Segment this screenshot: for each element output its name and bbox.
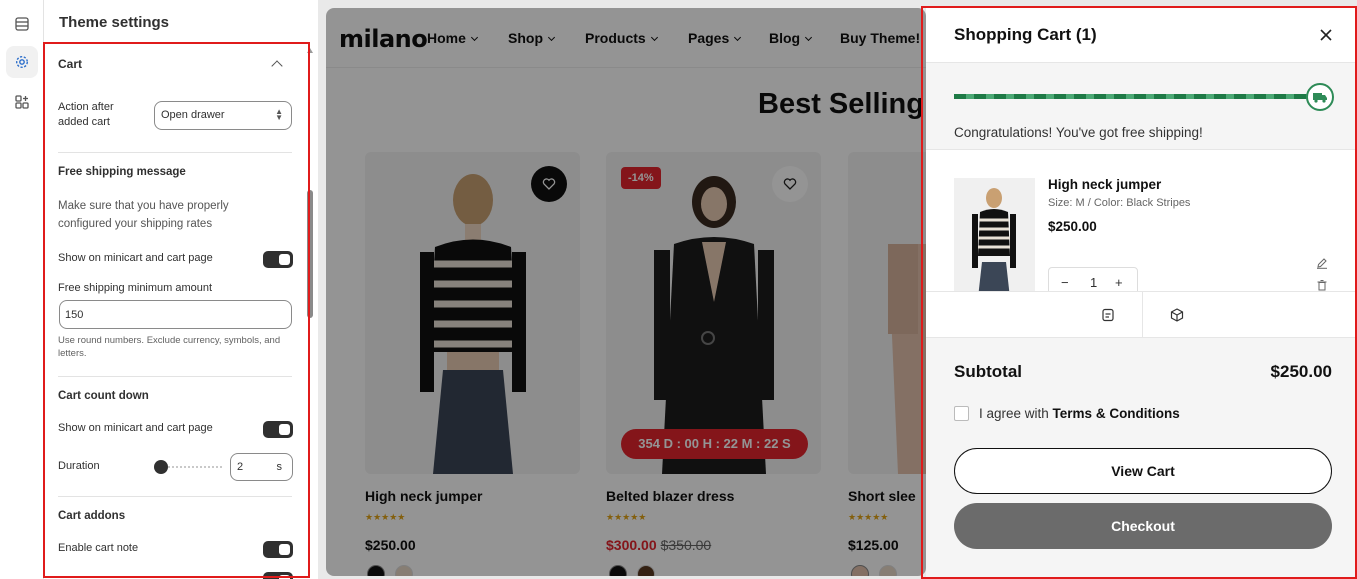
note-icon[interactable] (1101, 308, 1115, 322)
action-after-label: Action after added cart (58, 101, 114, 128)
shipping-truck-icon (1306, 83, 1334, 111)
progress-fill (954, 94, 1316, 99)
duration-slider-thumb[interactable] (154, 460, 168, 474)
scrollbar-thumb[interactable] (307, 190, 313, 318)
line-item-variant: Size: M / Color: Black Stripes (1048, 197, 1191, 209)
cart-line-item: High neck jumper Size: M / Color: Black … (926, 150, 1357, 292)
cart-note-toggle[interactable] (263, 541, 293, 558)
terms-link[interactable]: Terms & Conditions (1053, 406, 1180, 421)
free-shipping-help-text: Use round numbers. Exclude currency, sym… (58, 335, 281, 359)
store-preview: milano Home Shop Products Pages Blog Buy… (326, 8, 926, 576)
shipping-box-icon[interactable] (1170, 308, 1184, 322)
scroll-up-arrow-icon[interactable] (307, 48, 313, 53)
cart-title: Shopping Cart (1) (954, 25, 1097, 44)
chevron-up-icon[interactable] (271, 60, 283, 72)
free-shipping-min-input[interactable]: 150 (59, 300, 292, 329)
free-shipping-heading: Free shipping message (58, 166, 186, 178)
action-after-select[interactable]: Open drawer ▲ ▼ (154, 101, 292, 130)
select-arrows-icon: ▲ ▼ (275, 107, 283, 122)
subtotal-value: $250.00 (1270, 362, 1332, 381)
divider (58, 152, 292, 153)
view-cart-button[interactable]: View Cart (954, 448, 1332, 494)
close-icon[interactable] (1318, 27, 1334, 43)
free-shipping-message: Congratulations! You've got free shippin… (954, 125, 1203, 140)
quantity-value[interactable]: 1 (1090, 275, 1097, 290)
quantity-stepper: − 1 + (1048, 267, 1138, 291)
settings-scrollbar[interactable] (307, 48, 315, 579)
free-shipping-toggle[interactable] (263, 251, 293, 268)
enable-cart-note-label: Enable cart note (58, 542, 139, 554)
free-shipping-progress: Congratulations! You've got free shippin… (926, 62, 1357, 150)
line-item-price: $250.00 (1048, 219, 1097, 234)
show-on-minicart-label: Show on minicart and cart page (58, 422, 213, 434)
checkout-button[interactable]: Checkout (954, 503, 1332, 549)
cart-footer: Subtotal $250.00 I agree with Terms & Co… (926, 338, 1357, 579)
duration-label: Duration (58, 460, 100, 472)
sections-icon[interactable] (6, 8, 38, 40)
countdown-toggle[interactable] (263, 421, 293, 438)
free-shipping-min-label: Free shipping minimum amount (58, 282, 213, 294)
duration-value: 2 (237, 461, 244, 473)
terms-checkbox[interactable] (954, 406, 969, 421)
tools-divider (1142, 292, 1143, 338)
subtotal-label: Subtotal (954, 362, 1022, 381)
increase-qty-button[interactable]: + (1115, 275, 1123, 290)
decrease-qty-button[interactable]: − (1061, 275, 1069, 290)
free-shipping-description: Make sure that you have properly configu… (58, 200, 229, 230)
duration-slider-track[interactable] (160, 466, 222, 468)
show-on-minicart-label: Show on minicart and cart page (58, 252, 213, 264)
cart-section-header[interactable]: Cart (58, 57, 82, 71)
duration-input[interactable]: 2 s (230, 453, 293, 481)
settings-gear-icon[interactable] (6, 46, 38, 78)
line-item-image[interactable] (954, 178, 1035, 291)
terms-prefix: I agree with (979, 406, 1053, 421)
divider (58, 496, 292, 497)
edit-pencil-icon[interactable] (1316, 257, 1328, 269)
product-thumb-jumper (972, 188, 1016, 291)
duration-unit: s (276, 461, 283, 473)
cart-addons-heading: Cart addons (58, 510, 126, 522)
theme-settings-panel: Theme settings Cart Action after added c… (44, 0, 318, 579)
settings-scroll-area: Cart Action after added cart Open drawer… (44, 42, 310, 579)
divider (58, 376, 292, 377)
drawer-backdrop-overlay[interactable] (326, 8, 926, 576)
cart-tools-bar (926, 292, 1357, 338)
action-after-value: Open drawer (161, 109, 225, 121)
cart-countdown-heading: Cart count down (58, 390, 149, 402)
panel-title: Theme settings (59, 14, 170, 31)
editor-sidebar-rail (0, 0, 44, 579)
cart-drawer: Shopping Cart (1) Congratulations! You'v… (926, 8, 1357, 579)
line-item-name[interactable]: High neck jumper (1048, 177, 1161, 192)
next-toggle[interactable] (263, 572, 293, 579)
trash-icon[interactable] (1316, 279, 1328, 291)
app-blocks-icon[interactable] (6, 86, 38, 118)
terms-text: I agree with Terms & Conditions (979, 406, 1180, 421)
